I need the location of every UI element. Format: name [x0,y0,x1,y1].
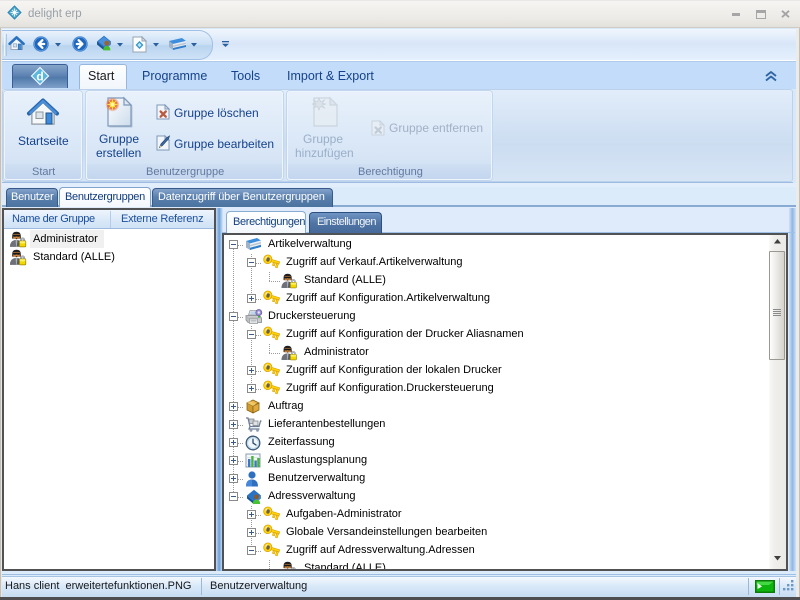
svg-text:d: d [36,70,43,84]
